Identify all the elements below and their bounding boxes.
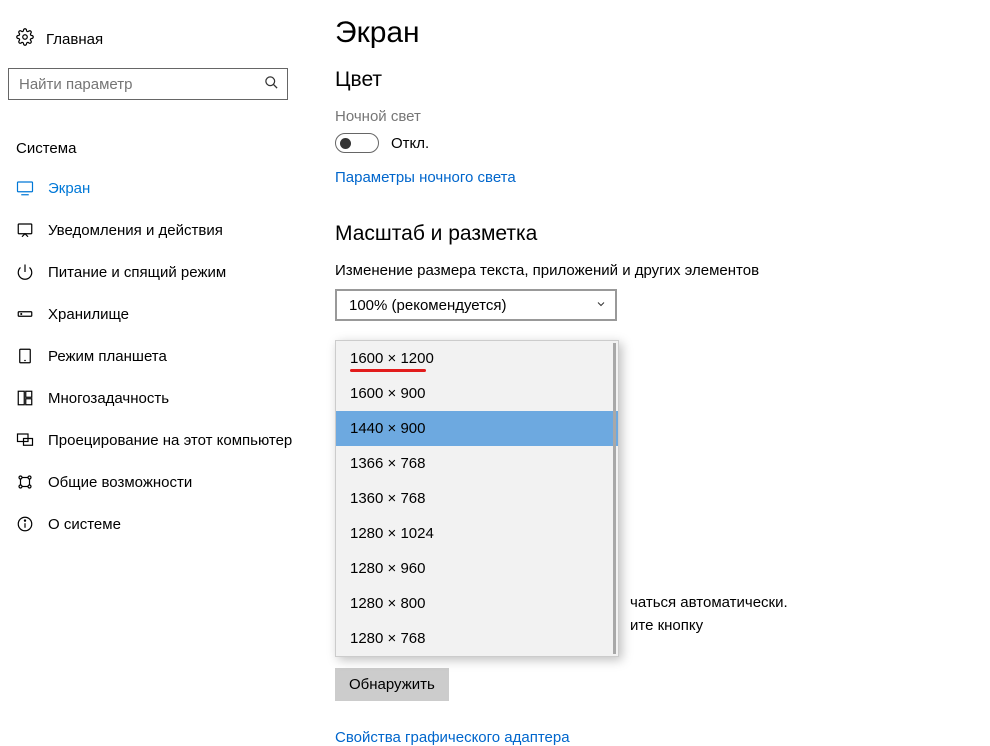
sidebar-item-label: Режим планшета: [48, 348, 167, 365]
storage-icon: [16, 305, 34, 323]
resolution-option[interactable]: 1280 × 960: [336, 551, 618, 586]
info-icon: [16, 515, 34, 533]
dropdown-scrollbar[interactable]: [613, 343, 616, 654]
sidebar-item-label: Уведомления и действия: [48, 222, 223, 239]
notifications-icon: [16, 221, 34, 239]
resolution-dropdown: 1600 × 12001600 × 9001440 × 9001366 × 76…: [335, 340, 619, 657]
search-icon: [255, 75, 287, 94]
sidebar-item-label: О системе: [48, 516, 121, 533]
project-icon: [16, 431, 34, 449]
scale-combo-value: 100% (рекомендуется): [349, 297, 506, 314]
adapter-properties-link[interactable]: Свойства графического адаптера: [335, 729, 895, 746]
resolution-option[interactable]: 1600 × 1200: [336, 341, 618, 376]
sidebar-item-power[interactable]: Питание и спящий режим: [8, 251, 305, 293]
resolution-option[interactable]: 1280 × 768: [336, 621, 618, 656]
resolution-option[interactable]: 1366 × 768: [336, 446, 618, 481]
tablet-icon: [16, 347, 34, 365]
section-scale: Масштаб и разметка: [335, 222, 990, 246]
display-icon: [16, 179, 34, 197]
sidebar-item-display[interactable]: Экран: [8, 167, 305, 209]
power-icon: [16, 263, 34, 281]
night-light-toggle[interactable]: [335, 133, 379, 153]
annotation-underline: [350, 369, 426, 372]
resolution-option[interactable]: 1600 × 900: [336, 376, 618, 411]
sidebar-item-label: Экран: [48, 180, 90, 197]
sidebar-item-label: Проецирование на этот компьютер: [48, 432, 292, 449]
chevron-down-icon: [595, 298, 607, 313]
night-light-state: Откл.: [391, 135, 429, 152]
home-button[interactable]: Главная: [8, 22, 305, 56]
sidebar-item-about[interactable]: О системе: [8, 503, 305, 545]
scale-field-label: Изменение размера текста, приложений и д…: [335, 262, 990, 279]
resolution-option[interactable]: 1360 × 768: [336, 481, 618, 516]
sidebar-item-multitasking[interactable]: Многозадачность: [8, 377, 305, 419]
sidebar-item-shared[interactable]: Общие возможности: [8, 461, 305, 503]
sidebar-item-projecting[interactable]: Проецирование на этот компьютер: [8, 419, 305, 461]
multitask-icon: [16, 389, 34, 407]
home-label: Главная: [46, 31, 103, 48]
section-color: Цвет: [335, 68, 990, 92]
detect-button[interactable]: Обнаружить: [335, 668, 449, 701]
sidebar-item-storage[interactable]: Хранилище: [8, 293, 305, 335]
night-light-label: Ночной свет: [335, 108, 990, 125]
page-title: Экран: [335, 16, 990, 50]
shared-icon: [16, 473, 34, 491]
sidebar-item-label: Многозадачность: [48, 390, 169, 407]
sidebar-item-notifications[interactable]: Уведомления и действия: [8, 209, 305, 251]
sidebar-item-label: Хранилище: [48, 306, 129, 323]
sidebar-item-label: Общие возможности: [48, 474, 192, 491]
resolution-option[interactable]: 1440 × 900: [336, 411, 618, 446]
search-input[interactable]: [9, 76, 255, 93]
sidebar-item-tablet[interactable]: Режим планшета: [8, 335, 305, 377]
scale-combo[interactable]: 100% (рекомендуется): [335, 289, 617, 321]
gear-icon: [16, 28, 34, 50]
resolution-option[interactable]: 1280 × 800: [336, 586, 618, 621]
resolution-option[interactable]: 1280 × 1024: [336, 516, 618, 551]
sidebar-item-label: Питание и спящий режим: [48, 264, 226, 281]
night-light-settings-link[interactable]: Параметры ночного света: [335, 169, 990, 186]
category-header: Система: [16, 140, 305, 157]
search-box[interactable]: [8, 68, 288, 100]
